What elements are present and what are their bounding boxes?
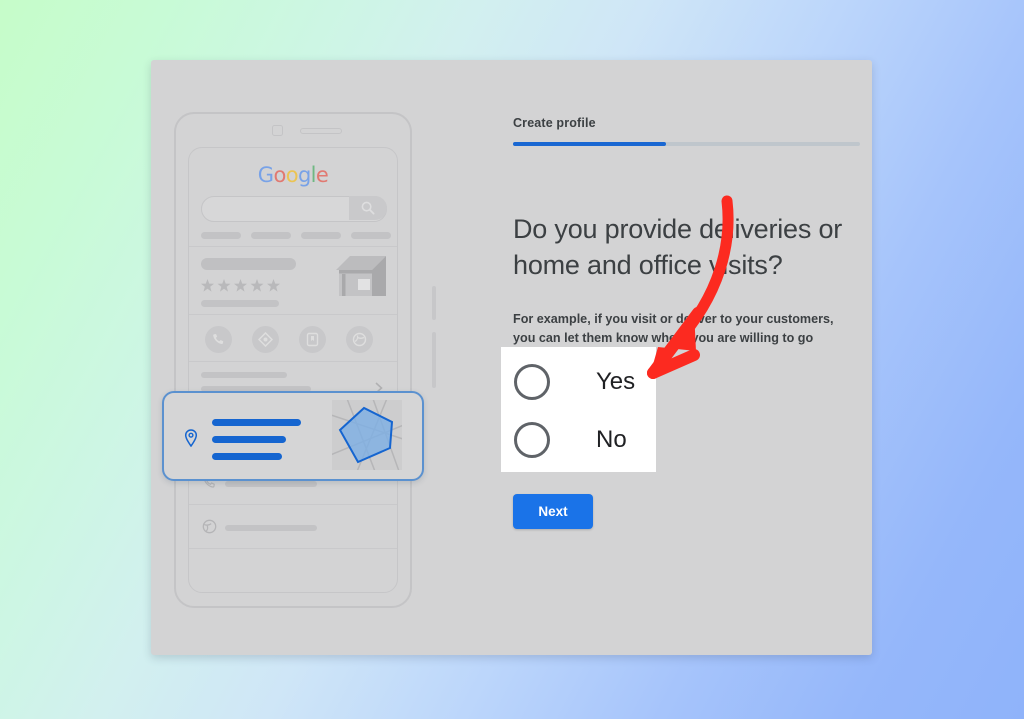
create-profile-form: Create profile Do you provide deliveries… [501,60,872,655]
search-icon [361,201,375,220]
phone-screen: Google [188,147,398,593]
card-line [212,436,286,443]
share-icon[interactable] [346,326,373,353]
radio-label-yes: Yes [596,368,636,395]
filter-chip[interactable] [301,232,341,239]
step-label: Create profile [513,116,596,130]
radio-option-yes[interactable]: Yes [514,364,635,400]
filter-chip[interactable] [251,232,291,239]
location-pin-icon [184,429,198,452]
business-name-placeholder [201,258,296,270]
search-bar[interactable] [201,196,387,222]
divider [189,504,397,506]
helper-text: For example, if you visit or deliver to … [513,311,834,345]
phone-illustration: Google [151,60,451,655]
list-line [201,372,287,378]
phone-frame: Google [174,112,436,608]
divider [189,246,397,248]
radio-label-no: No [596,426,627,453]
phone-speaker [300,128,342,134]
list-line [225,481,317,487]
phone-side-button-top [432,286,436,320]
call-icon[interactable] [205,326,232,353]
rating-stars [201,279,281,297]
divider [189,361,397,363]
storefront-illustration [336,252,386,305]
search-button[interactable] [349,196,387,220]
radio-circle-no[interactable] [514,422,550,458]
card-line [212,419,301,426]
divider [189,548,397,550]
directions-icon[interactable] [252,326,279,353]
next-button[interactable]: Next [513,494,593,529]
divider [189,314,397,316]
save-icon[interactable] [299,326,326,353]
progress-bar-fill [513,142,666,146]
progress-bar-track [513,142,860,146]
phone-side-button-bottom [432,332,436,388]
radio-circle-yes[interactable] [514,364,550,400]
card-line [212,453,282,460]
globe-icon [202,519,217,539]
onboarding-panel: Google Create profile Do you provide del… [151,60,872,655]
radio-group-highlight-box: Yes No [501,347,656,472]
list-line [225,525,317,531]
filter-chip[interactable] [201,232,241,239]
business-subtitle-placeholder [201,300,279,307]
google-logo: Google [257,163,329,187]
phone-camera-icon [272,125,283,136]
radio-option-no[interactable]: No [514,422,627,458]
page-title: Do you provide deliveries or home and of… [513,214,843,281]
filter-chip[interactable] [351,232,391,239]
service-area-card[interactable] [162,391,424,481]
service-area-map [332,400,402,470]
